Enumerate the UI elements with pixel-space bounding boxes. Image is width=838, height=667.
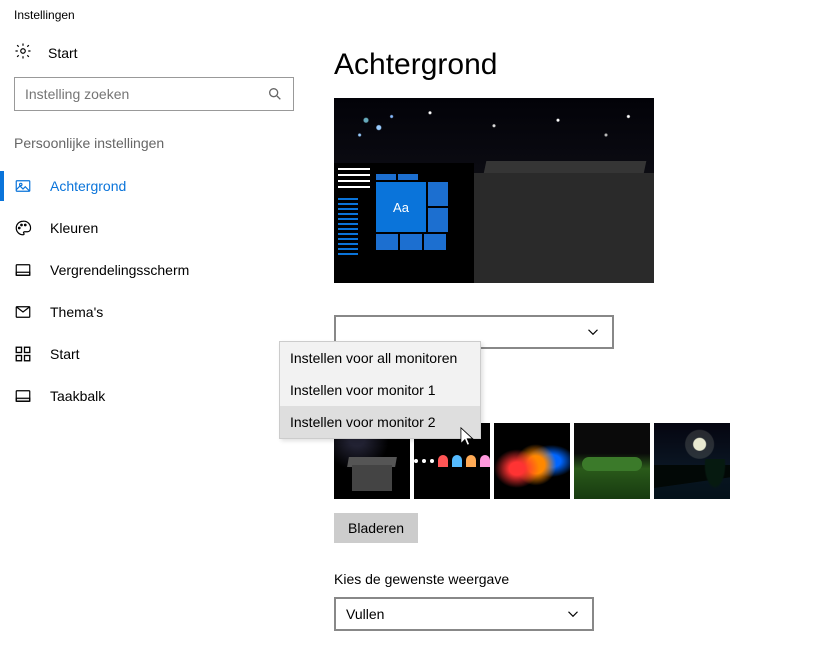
background-preview: Aa xyxy=(334,98,654,283)
search-icon xyxy=(267,86,283,102)
thumbnail-4[interactable] xyxy=(574,423,650,499)
picture-icon xyxy=(14,177,32,195)
chevron-down-icon xyxy=(584,323,602,341)
sidebar-item-kleuren[interactable]: Kleuren xyxy=(14,207,294,249)
chevron-down-icon xyxy=(564,605,582,623)
start-label: Start xyxy=(48,45,78,61)
preview-tile-text: Aa xyxy=(376,182,426,232)
sidebar-item-achtergrond[interactable]: Achtergrond xyxy=(14,165,294,207)
sidebar-item-label: Taakbalk xyxy=(50,388,105,404)
sidebar: Start Persoonlijke instellingen Achtergr… xyxy=(14,30,314,631)
context-menu-item-all-monitors[interactable]: Instellen voor all monitoren xyxy=(280,342,480,374)
search-input[interactable] xyxy=(14,77,294,111)
context-menu: Instellen voor all monitoren Instellen v… xyxy=(279,341,481,439)
thumbnail-3[interactable] xyxy=(494,423,570,499)
sidebar-item-themas[interactable]: Thema's xyxy=(14,291,294,333)
window-title: Instellingen xyxy=(0,0,838,30)
theme-icon xyxy=(14,303,32,321)
page-title: Achtergrond xyxy=(334,48,824,82)
thumbnail-5[interactable] xyxy=(654,423,730,499)
lockscreen-icon xyxy=(14,261,32,279)
fit-dropdown[interactable]: Vullen xyxy=(334,597,594,631)
sidebar-item-label: Achtergrond xyxy=(50,178,126,194)
sidebar-item-label: Kleuren xyxy=(50,220,98,236)
main-content: Achtergrond Aa xyxy=(314,30,824,631)
fit-label: Kies de gewenste weergave xyxy=(334,571,824,587)
context-menu-item-monitor-2[interactable]: Instellen voor monitor 2 xyxy=(280,406,480,438)
context-menu-item-monitor-1[interactable]: Instellen voor monitor 1 xyxy=(280,374,480,406)
sidebar-item-start[interactable]: Start xyxy=(14,333,294,375)
sidebar-item-label: Start xyxy=(50,346,80,362)
gear-icon xyxy=(14,42,32,63)
dropdown-value xyxy=(346,325,350,340)
palette-icon xyxy=(14,219,32,237)
start-tiles-icon xyxy=(14,345,32,363)
sidebar-item-label: Vergrendelingsscherm xyxy=(50,262,189,278)
sidebar-item-label: Thema's xyxy=(50,304,103,320)
browse-button[interactable]: Bladeren xyxy=(334,513,418,543)
search-field[interactable] xyxy=(25,86,285,102)
taskbar-icon xyxy=(14,387,32,405)
sidebar-item-taakbalk[interactable]: Taakbalk xyxy=(14,375,294,417)
sidebar-item-vergrendelingsscherm[interactable]: Vergrendelingsscherm xyxy=(14,249,294,291)
start-button[interactable]: Start xyxy=(14,30,294,77)
dropdown-value: Vullen xyxy=(346,607,384,622)
section-title: Persoonlijke instellingen xyxy=(14,135,294,151)
